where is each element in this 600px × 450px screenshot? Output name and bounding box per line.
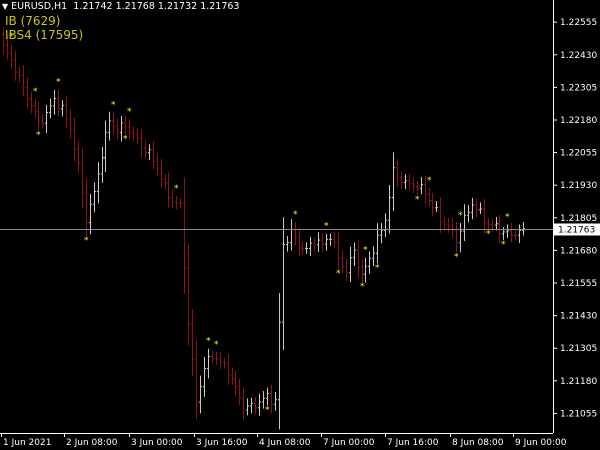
price-tick-label: 1.22555 — [560, 18, 597, 28]
price-tick-label: 1.21430 — [560, 312, 597, 322]
signal-star-icon: * — [84, 236, 89, 246]
time-tick-label: 1 Jun 2021 — [3, 438, 51, 448]
time-tick-label: 3 Jun 16:00 — [196, 438, 248, 448]
price-tick-label: 1.22180 — [560, 116, 597, 126]
chart-header: ▼ EURUSD,H1 1.21742 1.21768 1.21732 1.217… — [2, 1, 239, 12]
time-tick-label: 7 Jun 00:00 — [323, 438, 375, 448]
price-tick-label: 1.21680 — [560, 246, 597, 256]
time-tick-label: 8 Jun 08:00 — [452, 438, 504, 448]
signal-star-icon: * — [458, 211, 463, 221]
signal-star-icon: * — [363, 246, 368, 256]
signal-star-icon: * — [206, 337, 211, 347]
signal-star-icon: * — [505, 212, 510, 222]
signal-star-icon: * — [375, 263, 380, 273]
current-price-label: 1.21763 — [558, 226, 595, 236]
time-tick-label: 2 Jun 08:00 — [66, 438, 118, 448]
price-tick-label: 1.22055 — [560, 149, 597, 159]
signal-star-icon: * — [123, 134, 128, 144]
indicator-label-ib: IB (7629) — [5, 14, 61, 28]
price-tick-label: 1.21930 — [560, 181, 597, 191]
ohlc-values: 1.21742 1.21768 1.21732 1.21763 — [73, 1, 240, 12]
signal-star-icon: * — [336, 269, 341, 279]
signal-star-icon: * — [501, 240, 506, 250]
signal-star-icon: * — [174, 184, 179, 194]
price-tick-label: 1.21055 — [560, 409, 597, 419]
price-tick-label: 1.21805 — [560, 214, 597, 224]
indicator-label-ibs4: IBS4 (17595) — [5, 28, 84, 42]
price-chart[interactable]: 1.22555 1.22430 1.22305 1.22180 1.22055 1.219… — [0, 0, 600, 450]
symbol-timeframe: EURUSD,H1 — [11, 1, 68, 12]
price-tick-label: 1.22305 — [560, 83, 597, 93]
signal-star-icon: * — [111, 101, 116, 111]
price-tick-label: 1.22430 — [560, 51, 597, 61]
signal-star-icon: * — [33, 87, 38, 97]
signal-star-icon: * — [427, 176, 432, 186]
signal-star-icon: * — [127, 107, 132, 117]
signal-star-icon: * — [415, 195, 420, 205]
price-tick-label: 1.21305 — [560, 344, 597, 354]
collapse-triangle-icon[interactable]: ▼ — [2, 2, 8, 11]
price-tick-label: 1.21555 — [560, 279, 597, 289]
price-tick-label: 1.21180 — [560, 377, 597, 387]
signal-star-icon: * — [265, 405, 270, 415]
time-tick-label: 4 Jun 08:00 — [259, 438, 311, 448]
time-tick-label: 3 Jun 00:00 — [131, 438, 183, 448]
signal-star-icon: * — [214, 340, 219, 350]
signal-star-icon: * — [324, 222, 329, 232]
signal-star-icon: * — [56, 78, 61, 88]
signal-star-icon: * — [36, 130, 41, 140]
signal-star-icon: * — [486, 230, 491, 240]
signal-star-icon: * — [454, 252, 459, 262]
signal-star-icon: * — [360, 282, 365, 292]
time-tick-label: 7 Jun 16:00 — [387, 438, 439, 448]
chart-window[interactable]: 1.22555 1.22430 1.22305 1.22180 1.22055 1.219… — [0, 0, 600, 450]
time-tick-label: 9 Jun 00:00 — [515, 438, 567, 448]
signal-star-icon: * — [293, 210, 298, 220]
